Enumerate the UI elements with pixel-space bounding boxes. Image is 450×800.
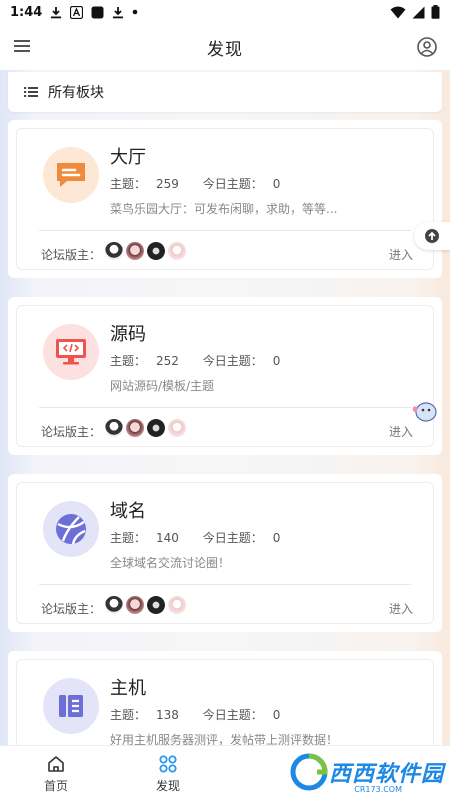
avatar[interactable] [105, 596, 123, 614]
home-icon [48, 756, 64, 772]
forum-name: 源码 [110, 324, 146, 345]
list-icon [24, 87, 38, 97]
enter-link[interactable]: 进入 [389, 246, 413, 263]
forum-card[interactable]: 源码 主题： 252 今日主题： 0 网站源码/模板/主题 论坛版主： 进入 [8, 297, 442, 455]
divider [39, 584, 411, 585]
forum-stats: 主题： 252 今日主题： 0 [110, 354, 281, 368]
avatar[interactable] [126, 242, 144, 260]
menu-button[interactable] [12, 37, 34, 57]
grid-icon [159, 755, 177, 773]
signal-icon [412, 6, 425, 19]
dot-icon [132, 9, 138, 15]
forum-name: 域名 [110, 501, 146, 522]
square-notification-icon [91, 6, 104, 19]
monitor-code-icon [43, 324, 99, 380]
avatar[interactable] [168, 419, 186, 437]
download-icon [112, 6, 124, 19]
topic-count: 259 [156, 177, 179, 191]
watermark-subtext: CR173.COM [354, 785, 402, 794]
nav-discover-label: 发现 [155, 779, 180, 793]
hamburger-menu-icon [14, 40, 30, 52]
forum-card[interactable]: 大厅 主题： 259 今日主题： 0 菜鸟乐园大厅：可发布闲聊，求助，等等... 论… [8, 120, 442, 278]
moderator-avatars [105, 596, 186, 614]
watermark-logo: 西西软件园 CR173.COM [244, 748, 444, 796]
avatar[interactable] [168, 242, 186, 260]
avatar[interactable] [105, 419, 123, 437]
divider [39, 407, 411, 408]
topic-count: 138 [156, 708, 179, 722]
moderator-label: 论坛版主： [41, 425, 102, 439]
moderator-avatars [105, 242, 186, 260]
scroll-top-button[interactable] [414, 222, 450, 250]
forum-description: 网站源码/模板/主题 [110, 379, 215, 393]
user-icon [417, 37, 437, 57]
topic-count: 140 [156, 531, 179, 545]
profile-button[interactable] [416, 36, 438, 58]
section-title: 所有板块 [48, 85, 104, 101]
watermark-icon [290, 753, 328, 791]
today-topic-count: 0 [272, 708, 281, 722]
avatar[interactable] [147, 596, 165, 614]
avatar[interactable] [126, 419, 144, 437]
topic-count: 252 [156, 354, 179, 368]
forum-card[interactable]: 域名 主题： 140 今日主题： 0 全球域名交流讨论圈！ 论坛版主： 进入 [8, 474, 442, 632]
nav-home-label: 首页 [43, 779, 68, 793]
chat-bubble-icon [43, 147, 99, 203]
arrow-up-circle-icon [425, 229, 439, 243]
today-topic-count: 0 [272, 531, 281, 545]
nav-home[interactable]: 首页 [0, 746, 112, 800]
section-header: 所有板块 [8, 72, 442, 112]
forum-description: 菜鸟乐园大厅：可发布闲聊，求助，等等... [110, 202, 338, 216]
battery-icon [431, 5, 440, 19]
forum-description: 全球域名交流讨论圈！ [110, 556, 231, 570]
moderator-avatars [105, 419, 186, 437]
server-icon [43, 678, 99, 734]
page-title: 发现 [207, 39, 243, 60]
divider [39, 230, 411, 231]
globe-icon [43, 501, 99, 557]
enter-link[interactable]: 进入 [389, 600, 413, 617]
moderator-label: 论坛版主： [41, 602, 102, 616]
today-topic-count: 0 [272, 177, 281, 191]
mascot-icon[interactable] [410, 398, 438, 426]
forum-stats: 主题： 140 今日主题： 0 [110, 531, 281, 545]
avatar[interactable] [105, 242, 123, 260]
status-time: 1:44 [10, 4, 43, 20]
forum-name: 大厅 [110, 147, 146, 168]
download-icon [50, 6, 62, 19]
wifi-icon [390, 6, 406, 19]
avatar[interactable] [147, 419, 165, 437]
avatar[interactable] [147, 242, 165, 260]
forum-name: 主机 [110, 678, 146, 699]
moderator-label: 论坛版主： [41, 248, 102, 262]
watermark-text: 西西软件园 [328, 762, 444, 787]
status-bar: 1:44 [0, 0, 450, 24]
avatar[interactable] [168, 596, 186, 614]
nav-discover[interactable]: 发现 [112, 746, 224, 800]
forum-stats: 主题： 138 今日主题： 0 [110, 708, 281, 722]
forum-stats: 主题： 259 今日主题： 0 [110, 177, 281, 191]
app-bar: 发现 [0, 24, 450, 70]
avatar[interactable] [126, 596, 144, 614]
app-notification-icon [70, 5, 84, 19]
today-topic-count: 0 [272, 354, 281, 368]
